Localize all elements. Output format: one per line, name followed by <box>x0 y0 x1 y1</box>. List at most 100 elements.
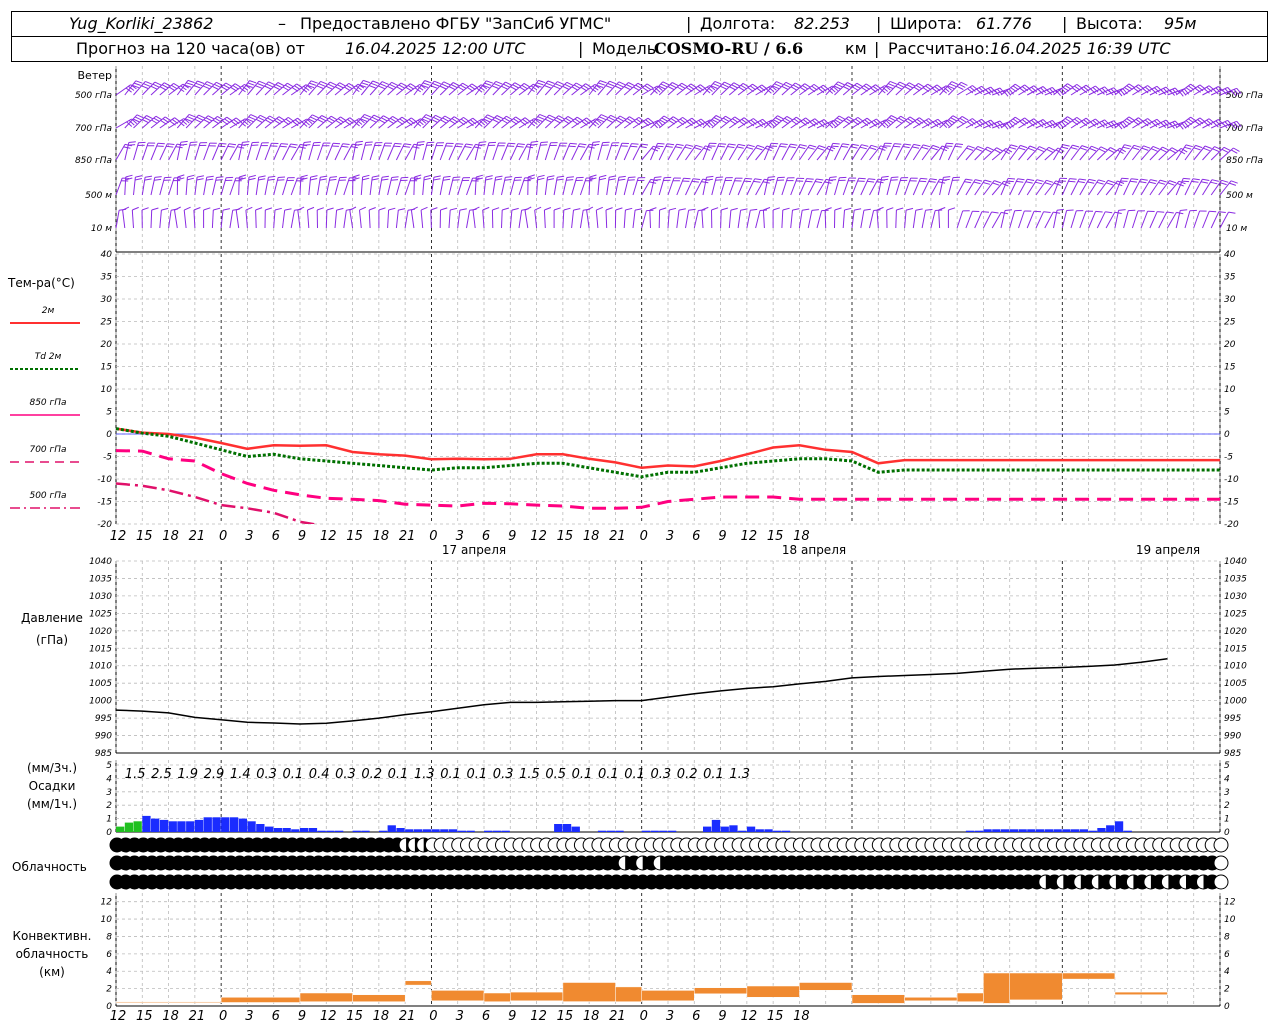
convective-xtick-label: 3 <box>666 1009 674 1024</box>
wind-barb-flag <box>225 82 233 87</box>
wind-barb-flag <box>352 174 360 178</box>
wind-barb-flag <box>258 175 266 178</box>
wind-barb-flag <box>378 207 386 211</box>
temp-xtick-label: 15 <box>346 529 363 544</box>
temp-panel-ytick-right: 5 <box>1224 408 1230 418</box>
wind-barb-flag <box>614 85 622 90</box>
wind-barb-flag <box>672 116 680 121</box>
wind-barb-flag <box>242 141 250 143</box>
wind-barb-flag <box>1072 144 1080 148</box>
wind-barb-flag <box>514 82 522 87</box>
precip-bar <box>711 819 721 832</box>
wind-barb-flag <box>780 143 788 145</box>
wind-barb-flag <box>187 79 195 84</box>
wind-barb-flag <box>484 82 492 86</box>
wind-barb-flag <box>1004 209 1013 211</box>
wind-barb-flag <box>371 178 379 181</box>
wind-barb-flag <box>300 174 308 178</box>
pressure-panel-ytick-right: 995 <box>1224 714 1241 724</box>
wind-barb-flag <box>394 142 402 145</box>
wind-barb-flag <box>1143 145 1151 149</box>
precip-bar <box>273 828 282 832</box>
wind-barb-flag <box>564 83 572 88</box>
temp-legend-label: 700 гПа <box>29 445 66 455</box>
wind-barb-flag <box>562 85 570 90</box>
precip-bar <box>1036 829 1045 832</box>
wind-barb-flag <box>524 206 532 211</box>
pressure-panel-ytick-right: 1035 <box>1224 574 1247 584</box>
wind-barb <box>524 210 529 229</box>
wind-barb-flag <box>371 116 379 121</box>
wind-barb-flag <box>1033 210 1042 213</box>
convective-xtick-label: 3 <box>245 1009 253 1024</box>
convective-xtick-label: 18 <box>793 1009 810 1024</box>
temp-axis-label: Тем-ра(°C) <box>7 276 75 290</box>
precip-unit-1h: (мм/1ч.) <box>27 797 77 811</box>
wind-barb-flag <box>754 178 762 181</box>
precip-bar <box>554 824 563 832</box>
convective-xtick-label: 9 <box>298 1009 306 1024</box>
wind-barb <box>1158 211 1168 229</box>
wind-barb-flag <box>894 143 902 145</box>
wind-barb-flag <box>187 174 195 178</box>
convective-panel-ytick-right: 6 <box>1224 950 1230 960</box>
precip-bar <box>615 830 624 832</box>
wind-barb-flag <box>150 85 158 90</box>
wind-barb-flag <box>908 82 916 87</box>
temp-panel-ytick-right: -15 <box>1224 498 1239 508</box>
wind-barb-flag <box>277 179 285 181</box>
precip-bar <box>1123 830 1132 832</box>
wind-barb-flag <box>486 80 494 84</box>
wind-barb-flag <box>691 180 699 183</box>
wind-barb-flag <box>249 80 257 84</box>
wind-barb-flag <box>159 86 167 91</box>
pressure-panel-ytick-left: 1015 <box>89 644 112 654</box>
wind-barb-flag <box>1193 147 1201 151</box>
wind-barb-flag <box>802 208 810 211</box>
wind-barb-flag <box>320 175 328 178</box>
precip-bar <box>1053 829 1062 832</box>
precip-3h-total: 0.3 <box>335 767 356 782</box>
precip-bar <box>352 830 361 832</box>
wind-barb-flag <box>396 86 404 91</box>
wind-barb-flag <box>1159 179 1167 183</box>
temp-legend-label: 2м <box>42 306 55 316</box>
wind-barb-flag <box>618 175 626 178</box>
wind-barb-flag <box>949 83 957 88</box>
wind-barb-flag <box>746 146 754 150</box>
wind-barb-flag <box>1167 182 1175 186</box>
precip-bar <box>1071 829 1080 832</box>
wind-barb-flag <box>824 181 832 184</box>
wind-barb <box>185 142 191 161</box>
wind-barb-flag <box>440 207 448 211</box>
wind-barb-flag <box>349 206 357 211</box>
wind-barb-flag <box>792 208 800 211</box>
precip-3h-total: 0.1 <box>388 767 409 782</box>
wind-barb <box>472 210 476 229</box>
convective-cloud-bar <box>299 992 353 1002</box>
precip-ytick-left: 2 <box>106 801 112 811</box>
temp-panel-ytick-right: 35 <box>1224 273 1236 283</box>
wind-barb <box>746 210 751 229</box>
wind-barb-flag <box>867 180 875 183</box>
wind-barb-flag <box>329 178 337 181</box>
wind-level-label-right: 500 м <box>1226 191 1253 201</box>
precip-bar <box>597 830 607 832</box>
wind-barb-flag <box>1182 180 1190 183</box>
wind-barb-flag <box>1223 146 1231 151</box>
convective-cloud-bar <box>115 1001 169 1003</box>
precip-bar <box>361 830 370 832</box>
precip-bar <box>641 830 650 832</box>
wind-barb <box>235 210 240 229</box>
wind-barb-flag <box>1202 178 1210 181</box>
wind-barb-flag <box>912 146 920 149</box>
wind-barb-flag <box>724 81 731 86</box>
precip-bar <box>1088 830 1097 832</box>
wind-barb-flag <box>1043 211 1051 213</box>
precip-3h-total: 1.9 <box>177 767 198 782</box>
wind-barb-flag <box>278 176 286 178</box>
wind-barb-flag <box>154 81 162 86</box>
wind-barb-flag <box>557 175 565 178</box>
wind-barb-flag <box>544 207 552 211</box>
wind-barb-flag <box>194 118 202 123</box>
